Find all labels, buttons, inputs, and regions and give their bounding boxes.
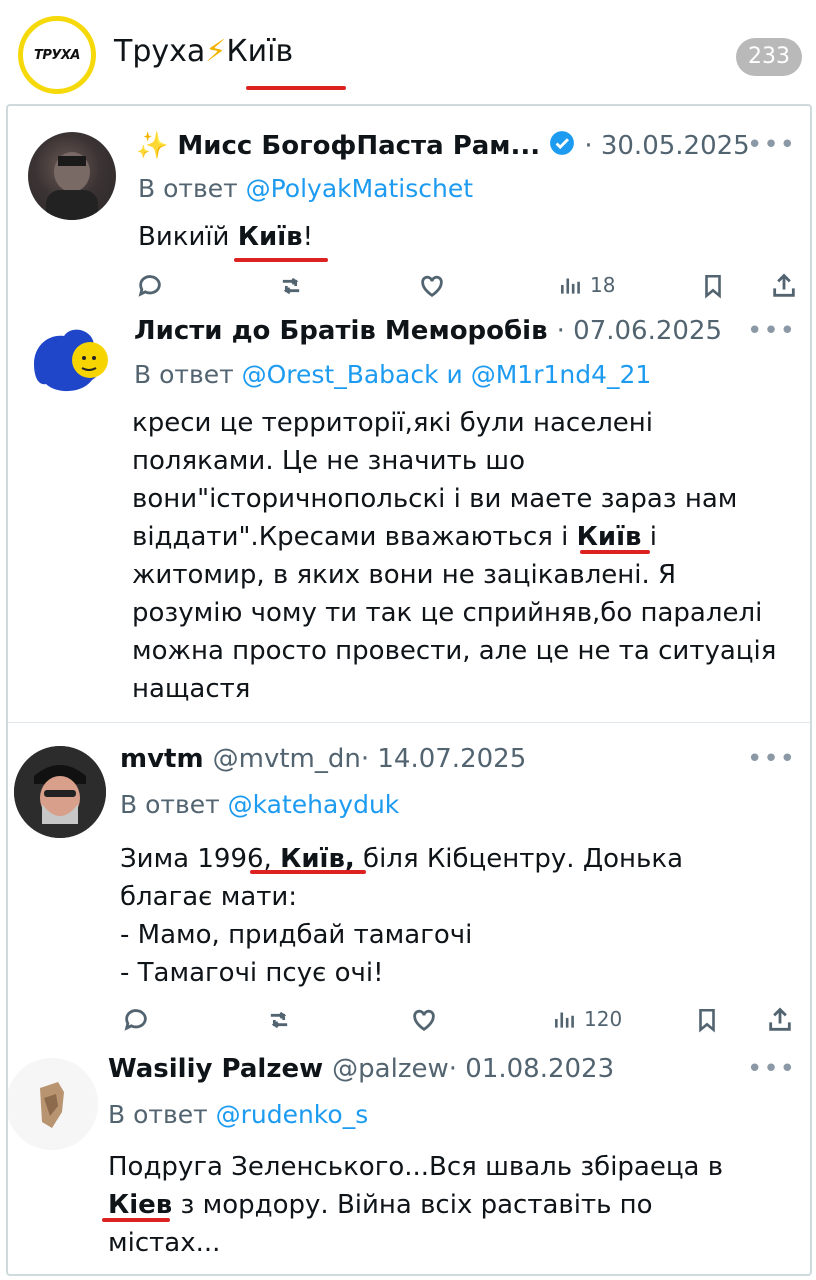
red-underline [102,1218,170,1222]
reply-to: В ответ @Orest_Baback и @M1r1nd4_21 [134,360,651,389]
tweet-actions: 120 [120,1006,802,1046]
unread-count-badge[interactable]: 233 [736,38,802,76]
text-line: нащастя [132,674,251,704]
like-icon[interactable] [418,272,446,300]
more-options-icon[interactable]: ••• [747,744,796,774]
author-name: ✨ Мисс БогофПаста Рам... [136,131,541,161]
channel-title-part1: Труха [114,34,206,69]
text-segment: біля Кібцентру. Донька [354,844,683,874]
views-stat[interactable]: 18 [558,272,615,298]
text-segment: Викиїй [138,222,238,252]
views-icon [561,278,580,294]
reply-to: В ответ @katehayduk [120,790,399,819]
text-line: вони"історичнопольскі і ви маете зараз н… [132,484,738,514]
text-line: - Тамагочі псує очі! [120,958,384,988]
channel-title-part2: Київ [226,34,294,69]
reply-to: В ответ @rudenko_s [108,1100,368,1129]
reply-prefix: В ответ [138,174,246,203]
text-line: благає мати: [120,882,298,912]
text-line: креси це территорії,які були населені [132,408,654,438]
share-icon[interactable] [770,272,798,300]
text-segment: з мордору. Війна всіх раставіть по [172,1190,653,1220]
reply-prefix: В ответ [108,1100,216,1129]
avatar[interactable] [14,746,106,838]
tweet-actions: 18 [134,272,806,312]
channel-logo[interactable]: ТРУХА [18,16,96,94]
red-underline [580,550,650,554]
views-icon [555,1012,574,1028]
author-name: Листи до Братів Меморобів [134,316,548,346]
avatar[interactable] [8,1058,98,1150]
tweet-date: · 07.06.2025 [556,316,723,346]
text-segment: і [641,522,657,552]
tweet-author[interactable]: Wasiliy Palzew @palzew· 01.08.2023 [108,1054,614,1084]
channel-header: ТРУХА Труха⚡Київ 233 [0,0,816,104]
retweet-icon[interactable] [264,1006,294,1034]
tweet-author[interactable]: ✨ Мисс БогофПаста Рам... · 30.05.2025 [136,130,750,163]
text-line: містах... [108,1228,221,1258]
avatar[interactable] [28,320,116,408]
tweet-text: Викиїй Київ! [138,218,313,256]
tweet-author[interactable]: Листи до Братів Меморобів · 07.06.2025 [134,316,722,346]
like-icon[interactable] [410,1006,438,1034]
more-options-icon[interactable]: ••• [747,316,796,346]
text-line: - Мамо, придбай тамагочі [120,920,473,950]
text-line: поляками. Це не значить шо [132,446,525,476]
text-line: Кіев з мордору. Війна всіх раставіть по [108,1186,808,1224]
highlighted-word: Кіев [108,1190,173,1220]
reply-handle[interactable]: @rudenko_s [216,1100,369,1129]
verified-icon [549,130,575,163]
highlighted-word: Київ [237,222,303,252]
red-underline [234,258,328,262]
tweet-text: Зима 1996, Київ, біля Кібцентру. Донька … [120,840,800,992]
author-name: Wasiliy Palzew [108,1054,324,1084]
reply-icon[interactable] [136,272,164,300]
bookmark-icon[interactable] [700,272,726,300]
reply-handle[interactable]: @Orest_Baback и @M1r1nd4_21 [242,360,652,389]
text-line: житомир, в яких вони не зацікавлені. Я [132,560,677,590]
reply-prefix: В ответ [134,360,242,389]
tweet-date: · 01.08.2023 [448,1054,615,1084]
bookmark-icon[interactable] [694,1006,720,1034]
lightning-icon: ⚡ [205,34,227,69]
red-underline [246,86,346,90]
reply-handle[interactable]: @katehayduk [228,790,400,819]
text-line: віддати".Кресами вважаються і Київ і [132,518,802,556]
highlighted-word: Київ [576,522,642,552]
text-line: можна просто провести, але це не та ситу… [132,636,777,666]
avatar[interactable] [28,132,116,220]
views-stat[interactable]: 120 [552,1006,622,1032]
author-handle: @mvtm_dn [212,744,361,774]
divider [8,722,810,723]
text-segment: віддати".Кресами вважаються і [132,522,577,552]
channel-title: Труха⚡Київ [114,34,293,69]
tweet-text: Подруга Зеленського...Вся шваль збіраеца… [108,1148,808,1262]
reply-prefix: В ответ [120,790,228,819]
share-icon[interactable] [766,1006,794,1034]
retweet-icon[interactable] [276,272,306,300]
reply-to: В ответ @PolyakMatischet [138,174,473,203]
views-count: 18 [590,273,616,297]
author-name: mvtm [120,744,204,774]
red-underline [250,870,366,874]
channel-logo-text: ТРУХА [33,47,81,63]
tweet-date: · 14.07.2025 [360,744,527,774]
author-handle: @palzew [332,1054,449,1084]
tweet-text: креси це территорії,які були населені по… [132,404,802,708]
text-line: розумію чому ти так це сприйняв,бо парал… [132,598,763,628]
text-segment: ! [302,222,314,252]
tweet-date: · 30.05.2025 [584,131,750,161]
screenshot-frame: ✨ Мисс БогофПаста Рам... · 30.05.2025 ••… [6,104,812,1276]
more-options-icon[interactable]: ••• [747,1054,796,1084]
tweet-author[interactable]: mvtm @mvtm_dn· 14.07.2025 [120,744,526,774]
views-count: 120 [584,1007,623,1031]
reply-icon[interactable] [122,1006,150,1034]
text-line: Зима 1996, Київ, біля Кібцентру. Донька [120,840,800,878]
more-options-icon[interactable]: ••• [747,130,796,160]
text-line: Подруга Зеленського...Вся шваль збіраеца… [108,1152,724,1182]
reply-handle[interactable]: @PolyakMatischet [246,174,473,203]
